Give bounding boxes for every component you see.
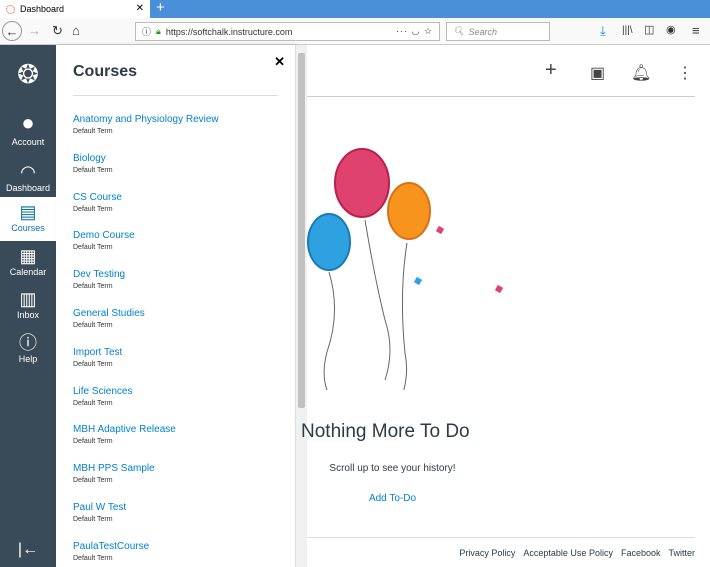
search-input[interactable]: 🔍︎ Search [446, 22, 550, 41]
main-content: + ▣ 🔔︎ ⋮ Nothing More To Do Scroll up to… [301, 45, 710, 567]
course-term: Default Term [73, 438, 113, 446]
course-term: Default Term [73, 166, 113, 174]
course-link[interactable]: Dev Testing [73, 269, 125, 280]
help-icon: ⓘ [19, 333, 37, 353]
home-button[interactable]: ⌂ [72, 23, 80, 38]
course-link[interactable]: Demo Course [73, 230, 135, 241]
course-term: Default Term [73, 205, 113, 213]
course-link[interactable]: Biology [73, 153, 113, 164]
tab-dashboard[interactable]: Dashboard ✕ [0, 0, 150, 18]
global-nav: ❂ ● Account ◠ Dashboard ▤ Courses ▦ Calendar… [0, 45, 56, 567]
download-icon[interactable]: ⤓ [600, 23, 606, 39]
empty-title: Nothing More To Do [301, 421, 470, 442]
collapse-nav-icon[interactable]: |← [0, 541, 56, 559]
nav-inbox[interactable]: ▥ Inbox [0, 288, 56, 320]
course-link[interactable]: MBH PPS Sample [73, 463, 155, 474]
course-item[interactable]: Dev Testing Default Term [73, 269, 125, 290]
back-button[interactable]: ← [2, 21, 22, 41]
more-options-icon[interactable]: ⋮ [677, 63, 693, 83]
menu-icon[interactable]: ≡ [692, 23, 700, 38]
course-item[interactable]: Biology Default Term [73, 153, 113, 174]
nav-calendar[interactable]: ▦ Calendar [0, 245, 56, 277]
balloons-illustration [307, 148, 504, 390]
twitter-link[interactable]: Twitter [668, 548, 695, 558]
course-link[interactable]: CS Course [73, 192, 122, 203]
course-link[interactable]: PaulaTestCourse [73, 541, 149, 552]
add-todo-link[interactable]: Add To-Do [315, 493, 470, 504]
course-item[interactable]: PaulaTestCourse Default Term [73, 541, 149, 562]
divider [73, 95, 278, 96]
facebook-link[interactable]: Facebook [621, 548, 661, 558]
tray-title: Courses [73, 63, 138, 80]
new-tab-button[interactable]: + [156, 0, 165, 16]
course-item[interactable]: General Studies Default Term [73, 308, 145, 329]
scrollbar[interactable] [295, 45, 307, 567]
courses-icon: ▤ [19, 202, 37, 222]
nav-courses[interactable]: ▤ Courses [0, 197, 56, 241]
course-term: Default Term [73, 399, 113, 407]
empty-subtitle: Scroll up to see your history! [329, 463, 456, 474]
lock-icon: 🔒︎ [156, 26, 161, 36]
course-link[interactable]: Paul W Test [73, 502, 126, 513]
course-item[interactable]: CS Course Default Term [73, 192, 122, 213]
privacy-policy-link[interactable]: Privacy Policy [459, 548, 515, 558]
close-icon[interactable]: ✕ [274, 54, 285, 70]
course-item[interactable]: Life Sciences Default Term [73, 386, 132, 407]
acceptable-use-link[interactable]: Acceptable Use Policy [523, 548, 613, 558]
browser-toolbar: ← → ↻ ⌂ ⓘ 🔒︎ https://softchalk.instructure… [0, 18, 710, 45]
grades-icon[interactable]: ▣ [590, 63, 605, 83]
nav-account[interactable]: ● Account [0, 109, 56, 147]
reload-button[interactable]: ↻ [52, 23, 63, 39]
course-term: Default Term [73, 554, 113, 562]
tab-bar: Dashboard ✕ + [0, 0, 710, 18]
inbox-icon: ▥ [19, 289, 37, 309]
divider [307, 537, 695, 538]
sidebar-icon[interactable]: ◫ [644, 23, 654, 36]
scrollbar-thumb[interactable] [298, 53, 305, 408]
course-term: Default Term [73, 516, 113, 523]
course-item[interactable]: Demo Course Default Term [73, 230, 135, 251]
course-term: Default Term [73, 360, 113, 368]
course-term: Default Term [73, 128, 113, 135]
course-item[interactable]: MBH Adaptive Release Default Term [73, 424, 176, 445]
course-item[interactable]: Anatomy and Physiology Review Default Ter… [73, 114, 219, 135]
course-term: Default Term [73, 283, 113, 291]
library-icon[interactable]: |||\ [622, 25, 633, 36]
nav-dashboard[interactable]: ◠ Dashboard [0, 161, 56, 193]
calendar-icon: ▦ [19, 246, 37, 266]
account-icon[interactable]: ◉ [666, 23, 676, 36]
page-actions-icon[interactable]: ··· ◡ ☆ [396, 26, 433, 37]
search-icon: 🔍︎ [453, 26, 465, 36]
dashboard-icon: ◠ [20, 162, 36, 182]
close-tab-icon[interactable]: ✕ [136, 3, 144, 14]
course-term: Default Term [73, 477, 113, 485]
course-item[interactable]: MBH PPS Sample Default Term [73, 463, 155, 484]
nav-help[interactable]: ⓘ Help [0, 332, 56, 364]
course-item[interactable]: Import Test Default Term [73, 347, 122, 368]
course-term: Default Term [73, 322, 113, 329]
notifications-icon[interactable]: 🔔︎ [631, 63, 651, 83]
avatar-icon: ● [21, 110, 35, 135]
courses-tray: Courses ✕ Anatomy and Physiology Review D… [56, 45, 295, 567]
course-link[interactable]: Life Sciences [73, 386, 132, 397]
add-icon[interactable]: + [545, 59, 557, 82]
canvas-favicon-icon [6, 4, 15, 14]
course-item[interactable]: Paul W Test Default Term [73, 502, 126, 523]
course-term: Default Term [73, 244, 113, 252]
info-icon: ⓘ [142, 27, 152, 37]
canvas-logo-icon[interactable]: ❂ [0, 59, 56, 89]
forward-button[interactable]: → [28, 23, 41, 38]
course-link[interactable]: Import Test [73, 347, 122, 358]
course-link[interactable]: General Studies [73, 308, 145, 319]
divider [307, 96, 695, 97]
footer: Privacy Policy Acceptable Use Policy Fac… [459, 548, 695, 558]
course-link[interactable]: Anatomy and Physiology Review [73, 114, 219, 125]
url-bar[interactable]: ⓘ 🔒︎ https://softchalk.instructure.com ··· … [135, 22, 440, 41]
course-link[interactable]: MBH Adaptive Release [73, 424, 176, 435]
